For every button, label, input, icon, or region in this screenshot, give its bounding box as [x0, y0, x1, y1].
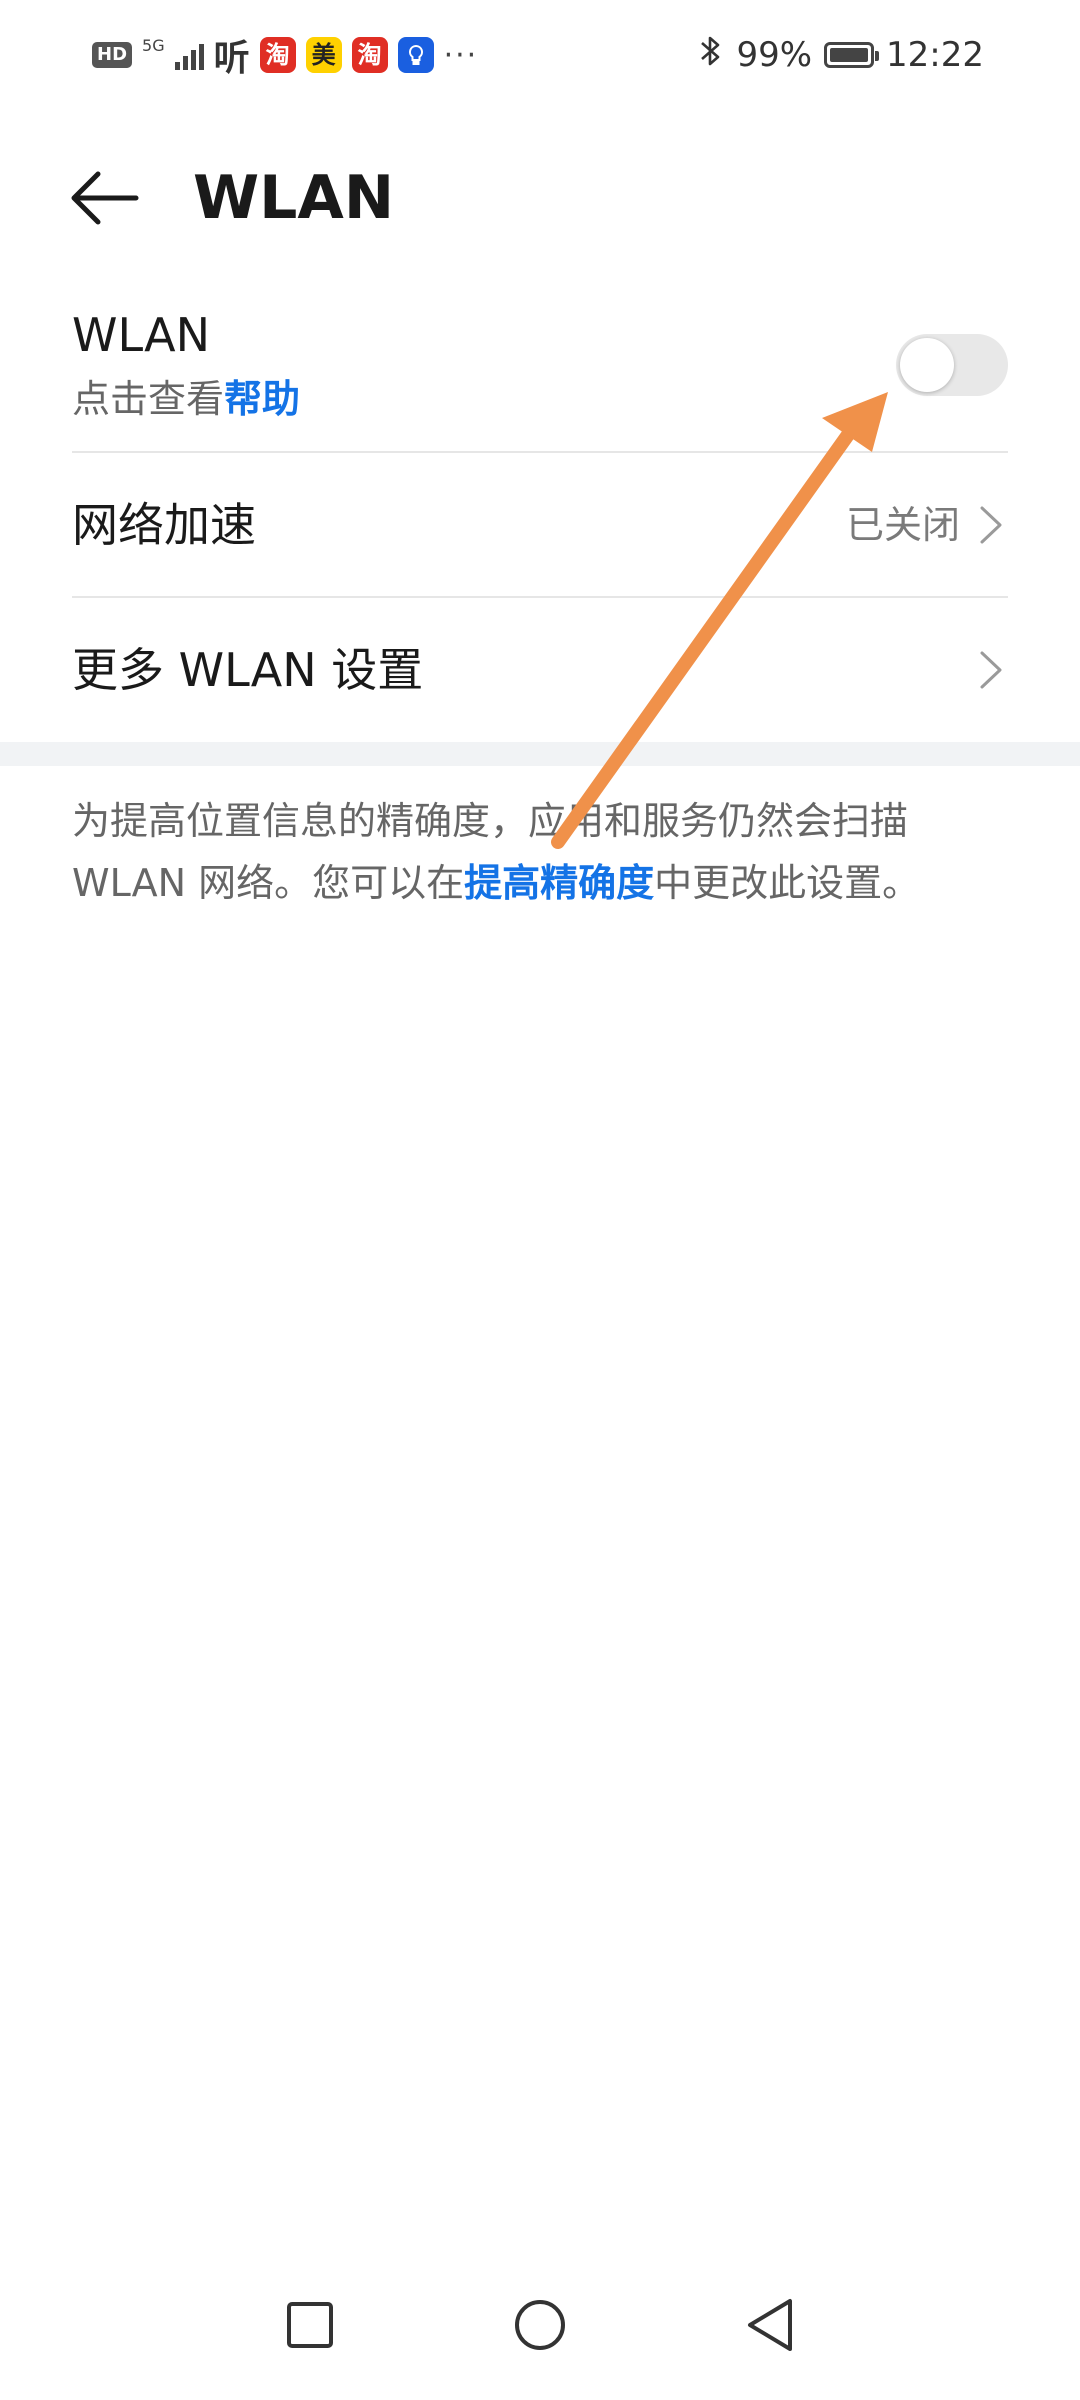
improve-accuracy-link[interactable]: 提高精确度 — [464, 861, 654, 905]
taobao-icon-2: 淘 — [351, 37, 388, 73]
divider — [72, 451, 1008, 453]
location-accuracy-note: 为提高位置信息的精确度，应用和服务仍然会扫描 WLAN 网络。您可以在提高精确度… — [72, 790, 1012, 914]
more-wlan-settings-row[interactable]: 更多 WLAN 设置 — [72, 647, 1008, 697]
ting-app-icon: 听 — [213, 38, 250, 79]
bulb-app-icon — [397, 37, 434, 73]
clock: 12:22 — [886, 35, 984, 75]
wlan-switch-knob — [900, 338, 954, 392]
network-acceleration-status: 已关闭 — [845, 503, 960, 547]
more-notifications-icon: ··· — [443, 37, 479, 73]
chevron-right-icon — [980, 506, 1002, 544]
divider — [72, 596, 1008, 598]
network-type: 5G — [142, 36, 165, 55]
square-icon — [287, 2302, 333, 2348]
home-button[interactable] — [495, 2280, 585, 2370]
signal-icon — [174, 40, 204, 70]
circle-icon — [515, 2300, 565, 2350]
triangle-back-icon — [748, 2299, 792, 2351]
recent-apps-button[interactable] — [265, 2280, 355, 2370]
back-button[interactable] — [66, 160, 142, 236]
meituan-icon: 美 — [305, 37, 342, 73]
nav-back-button[interactable] — [725, 2280, 815, 2370]
help-prefix: 点击查看 — [72, 377, 225, 421]
wlan-row-title: WLAN — [72, 308, 211, 362]
back-arrow-icon — [71, 171, 139, 225]
help-link[interactable]: 帮助 — [224, 377, 300, 421]
navigation-bar — [0, 2250, 1080, 2400]
wlan-switch[interactable] — [896, 334, 1008, 396]
section-separator — [0, 742, 1080, 766]
page-title: WLAN — [193, 163, 395, 233]
wlan-row-subtitle: 点击查看帮助 — [72, 380, 1008, 418]
status-bar-left: HD 5G 听 淘 美 淘 ··· — [92, 32, 479, 79]
status-bar: HD 5G 听 淘 美 淘 ··· 99% 12:22 — [0, 0, 1080, 110]
battery-icon — [824, 42, 880, 68]
taobao-icon: 淘 — [259, 37, 296, 73]
more-wlan-settings-title: 更多 WLAN 设置 — [72, 643, 424, 697]
bluetooth-icon — [698, 33, 724, 78]
status-bar-right: 99% 12:22 — [698, 32, 984, 78]
note-text-after: 中更改此设置。 — [654, 861, 921, 905]
battery-percent: 99% — [736, 35, 813, 75]
chevron-right-icon — [980, 651, 1002, 689]
hd-badge: HD — [92, 42, 133, 68]
network-acceleration-row[interactable]: 网络加速 已关闭 — [72, 502, 1008, 552]
wlan-toggle-row[interactable]: WLAN 点击查看帮助 — [72, 312, 1008, 452]
app-header: WLAN — [0, 130, 1080, 260]
